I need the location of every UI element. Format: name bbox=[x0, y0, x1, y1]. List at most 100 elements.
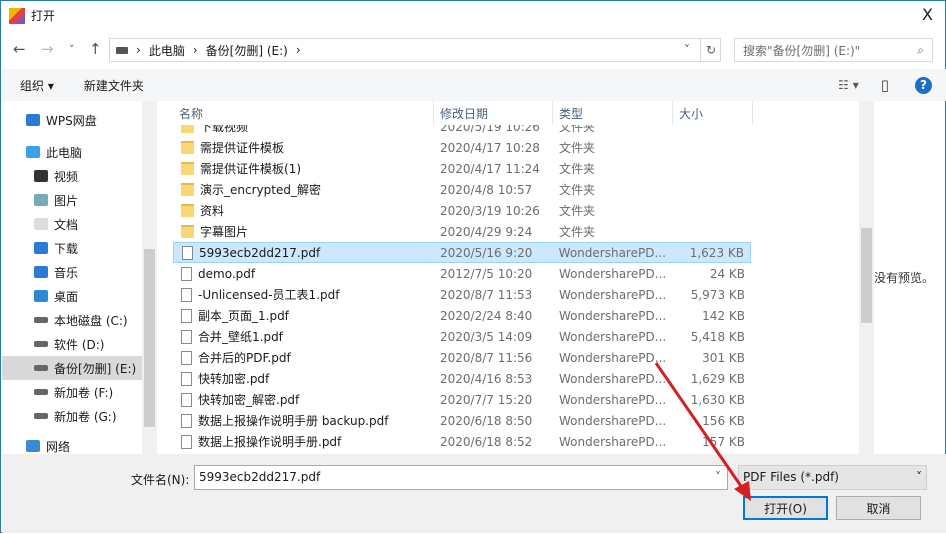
file-type: 文件夹 bbox=[559, 225, 596, 239]
file-row[interactable]: 副本_页面_1.pdf 2020/2/24 8:40 WondersharePD..… bbox=[173, 305, 751, 326]
back-button[interactable]: ← bbox=[13, 40, 26, 58]
file-row[interactable]: 快转加密_解密.pdf 2020/7/7 15:20 WondersharePD..… bbox=[173, 389, 751, 410]
drive-icon bbox=[34, 413, 48, 419]
sidebar-item[interactable]: 新加卷 (F:) bbox=[2, 380, 143, 404]
column-size[interactable]: 大小 bbox=[673, 101, 753, 125]
breadcrumb-separator: › bbox=[136, 43, 141, 57]
chevron-down-icon[interactable]: ˅ bbox=[715, 470, 721, 484]
file-size: 1,623 KB bbox=[689, 245, 744, 260]
forward-button[interactable]: → bbox=[41, 40, 54, 58]
pdf-file-icon bbox=[181, 434, 192, 449]
sidebar-item[interactable]: 下载 bbox=[2, 236, 143, 260]
music-icon bbox=[34, 266, 48, 278]
file-name: -Unlicensed-员工表1.pdf bbox=[198, 288, 340, 302]
filename-input[interactable]: 5993ecb2dd217.pdf ˅ bbox=[194, 465, 728, 490]
sidebar-item-label: 下载 bbox=[54, 241, 79, 256]
scrollbar-thumb[interactable] bbox=[144, 249, 155, 427]
file-name: 数据上报操作说明手册 backup.pdf bbox=[198, 414, 389, 428]
file-row[interactable]: 合并_壁纸1.pdf 2020/3/5 14:09 WondersharePD...… bbox=[173, 326, 751, 347]
help-button[interactable]: ? bbox=[915, 76, 932, 94]
file-list-scrollbar[interactable] bbox=[859, 101, 874, 454]
download-icon bbox=[34, 242, 48, 254]
file-name: 资料 bbox=[200, 204, 225, 218]
sidebar-item[interactable]: 音乐 bbox=[2, 260, 143, 284]
sidebar-item[interactable]: 本地磁盘 (C:) bbox=[2, 308, 143, 332]
sidebar-item-label: 视频 bbox=[54, 169, 79, 184]
sidebar-item-label: 本地磁盘 (C:) bbox=[54, 313, 128, 328]
sidebar-item-label: 网络 bbox=[46, 439, 71, 454]
window-title: 打开 bbox=[31, 9, 56, 23]
column-date[interactable]: 修改日期 bbox=[434, 101, 553, 125]
file-row[interactable]: 资料 2020/3/19 10:26 文件夹 bbox=[173, 200, 751, 221]
close-button[interactable]: X bbox=[922, 5, 933, 24]
column-name[interactable]: 名称 bbox=[173, 101, 434, 125]
file-date: 2020/6/18 8:52 bbox=[440, 434, 533, 449]
refresh-button[interactable]: ↻ bbox=[700, 38, 721, 62]
pdf-file-icon bbox=[181, 287, 192, 302]
pdf-file-icon bbox=[181, 392, 192, 407]
search-icon: ⌕ bbox=[917, 42, 924, 57]
title-bar: 打开 bbox=[9, 7, 55, 24]
file-type-select[interactable]: PDF Files (*.pdf) ˅ bbox=[738, 465, 927, 490]
search-input[interactable]: 搜索"备份[勿删] (E:)" ⌕ bbox=[734, 38, 933, 62]
recent-locations-button[interactable]: ˅ bbox=[69, 43, 75, 56]
file-row[interactable]: 演示_encrypted_解密 2020/4/8 10:57 文件夹 bbox=[173, 179, 751, 200]
column-type[interactable]: 类型 bbox=[553, 101, 673, 125]
file-name: 副本_页面_1.pdf bbox=[198, 309, 289, 323]
file-row[interactable]: 需提供证件模板(1) 2020/4/17 11:24 文件夹 bbox=[173, 158, 751, 179]
file-date: 2020/3/5 14:09 bbox=[440, 329, 533, 344]
organize-menu[interactable]: 组织 ▾ bbox=[20, 77, 54, 94]
file-row[interactable]: 数据上报操作说明手册 backup.pdf 2020/6/18 8:50 Wonde… bbox=[173, 410, 751, 431]
file-type: WondersharePD... bbox=[559, 350, 667, 365]
chevron-down-icon: ˅ bbox=[916, 470, 922, 484]
file-row[interactable]: -Unlicensed-员工表1.pdf 2020/8/7 11:53 Wonder… bbox=[173, 284, 751, 305]
sidebar-item[interactable]: 图片 bbox=[2, 188, 143, 212]
file-name: 5993ecb2dd217.pdf bbox=[199, 245, 321, 260]
sidebar-item[interactable]: WPS网盘 bbox=[2, 108, 143, 132]
sidebar-item-label: 文档 bbox=[54, 217, 79, 232]
file-name: 需提供证件模板 bbox=[200, 141, 285, 155]
cancel-button[interactable]: 取消 bbox=[836, 496, 921, 520]
sidebar-item[interactable]: 备份[勿删] (E:) bbox=[2, 356, 143, 380]
breadcrumb-this-pc[interactable]: 此电脑 bbox=[149, 42, 185, 59]
file-row[interactable]: 需提供证件模板 2020/4/17 10:28 文件夹 bbox=[173, 137, 751, 158]
file-date: 2020/5/16 9:20 bbox=[440, 245, 533, 260]
file-row[interactable]: 合并后的PDF.pdf 2020/8/7 11:56 WondersharePD..… bbox=[173, 347, 751, 368]
sidebar-item[interactable]: 此电脑 bbox=[2, 140, 143, 164]
sidebar-item-label: 新加卷 (F:) bbox=[54, 385, 114, 400]
file-row[interactable]: demo.pdf 2012/7/5 10:20 WondersharePD... 24… bbox=[173, 263, 751, 284]
view-options-button[interactable]: ☷ ▾ bbox=[838, 78, 859, 92]
file-date: 2020/8/7 11:56 bbox=[440, 350, 533, 365]
sidebar-item[interactable]: 软件 (D:) bbox=[2, 332, 143, 356]
file-date: 2020/7/7 15:20 bbox=[440, 392, 533, 407]
file-size: 24 KB bbox=[709, 266, 745, 281]
sidebar-item[interactable]: 新加卷 (G:) bbox=[2, 404, 143, 428]
file-date: 2020/2/24 8:40 bbox=[440, 308, 533, 323]
preview-pane-message: 没有预览。 bbox=[874, 271, 935, 285]
file-date: 2020/4/29 9:24 bbox=[440, 224, 533, 239]
file-row[interactable]: 字幕图片 2020/4/29 9:24 文件夹 bbox=[173, 221, 751, 242]
file-row[interactable]: 5993ecb2dd217.pdf 2020/5/16 9:20 Wondersha… bbox=[173, 242, 751, 263]
pdf-file-icon bbox=[181, 266, 192, 281]
new-folder-button[interactable]: 新建文件夹 bbox=[84, 77, 144, 94]
open-button[interactable]: 打开(O) bbox=[743, 496, 828, 520]
address-dropdown-button[interactable]: ˅ bbox=[684, 43, 690, 57]
sidebar-item[interactable]: 桌面 bbox=[2, 284, 143, 308]
file-list: 下载视频 2020/5/19 10:26 文件夹 需提供证件模板 2020/4/17 1… bbox=[173, 125, 859, 454]
breadcrumb-drive-e[interactable]: 备份[勿删] (E:) bbox=[206, 42, 288, 59]
up-button[interactable]: ↑ bbox=[89, 40, 102, 58]
file-row[interactable]: 数据上报操作说明手册.pdf 2020/6/18 8:52 WondershareP… bbox=[173, 431, 751, 452]
sidebar-item[interactable]: 视频 bbox=[2, 164, 143, 188]
navigation-pane: WPS网盘此电脑视频图片文档下载音乐 桌面本地磁盘 (C:) 软件 (D:) 备份[勿… bbox=[2, 101, 158, 454]
file-type: WondersharePD... bbox=[558, 245, 666, 260]
scrollbar-thumb[interactable] bbox=[861, 228, 872, 323]
address-bar[interactable]: › 此电脑 › 备份[勿删] (E:) › bbox=[109, 38, 721, 62]
filename-value: 5993ecb2dd217.pdf bbox=[199, 470, 321, 484]
sidebar-item-label: WPS网盘 bbox=[46, 113, 97, 128]
file-row[interactable]: 下载视频 2020/5/19 10:26 文件夹 bbox=[173, 125, 751, 137]
preview-pane-button[interactable]: ▯ bbox=[881, 76, 889, 94]
navigation-scrollbar[interactable] bbox=[142, 101, 157, 454]
file-type: WondersharePD... bbox=[559, 371, 667, 386]
sidebar-item[interactable]: 文档 bbox=[2, 212, 143, 236]
file-row[interactable]: 快转加密.pdf 2020/4/16 8:53 WondersharePD... 1,… bbox=[173, 368, 751, 389]
